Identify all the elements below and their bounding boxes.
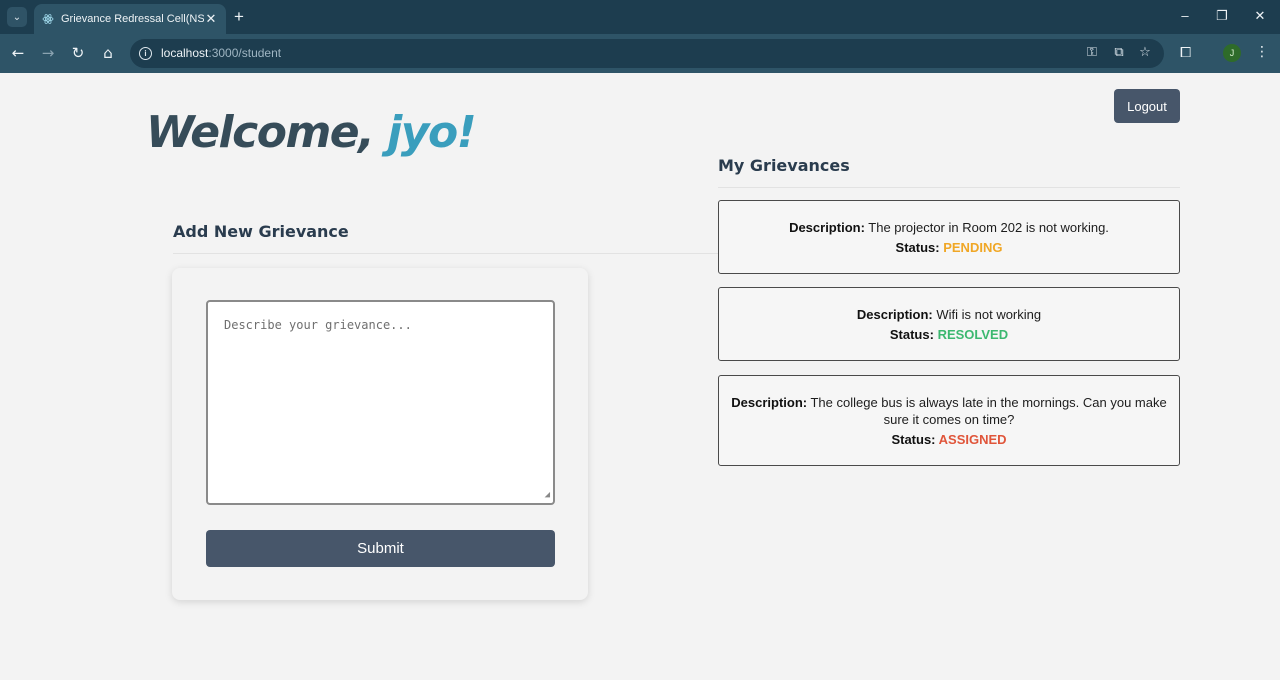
tab-title: Grievance Redressal Cell(NSS): [61, 13, 204, 25]
page-content: Welcome, jyo! Logout Add New Grievance D…: [0, 73, 1280, 680]
grievance-status: Status: PENDING: [731, 240, 1167, 255]
browser-tab-bar: ⌄ Grievance Redressal Cell(NSS) ✕ + – ❐ …: [0, 0, 1280, 34]
url-host: localhost: [161, 46, 209, 60]
tab-list-icon[interactable]: ⌄: [7, 7, 27, 27]
description-label: Description:: [789, 220, 865, 235]
add-grievance-card: Describe your grievance... ◢ Submit: [172, 268, 588, 600]
description-label: Description:: [856, 307, 933, 322]
extensions-icon[interactable]: ⧠: [1180, 45, 1191, 61]
reload-icon[interactable]: ↻: [69, 45, 87, 61]
close-icon[interactable]: ✕: [204, 12, 218, 27]
browser-tab[interactable]: Grievance Redressal Cell(NSS) ✕: [34, 4, 226, 34]
status-label: Status:: [895, 240, 940, 255]
status-badge: RESOLVED: [937, 327, 1009, 342]
divider: [718, 187, 1180, 188]
kebab-menu-icon[interactable]: ⋮: [1255, 44, 1269, 60]
grievance-status: Status: ASSIGNED: [731, 432, 1167, 447]
grievance-card: Description: The projector in Room 202 i…: [718, 200, 1180, 274]
grievance-description: Description: The college bus is always l…: [731, 394, 1167, 428]
add-grievance-heading: Add New Grievance: [173, 222, 349, 241]
submit-button[interactable]: Submit: [206, 530, 555, 567]
react-favicon-icon: [42, 13, 54, 25]
info-icon[interactable]: i: [139, 47, 152, 60]
page-title: Welcome, jyo!: [146, 107, 477, 158]
resize-handle-icon[interactable]: ◢: [545, 491, 550, 500]
star-icon[interactable]: ☆: [1137, 46, 1153, 60]
home-icon[interactable]: ⌂: [99, 45, 117, 61]
avatar[interactable]: J: [1223, 44, 1241, 62]
grievance-description: Description: Wifi is not working: [731, 306, 1167, 323]
description-text: The projector in Room 202 is not working…: [868, 220, 1109, 235]
key-icon[interactable]: ⚿: [1084, 46, 1100, 60]
my-grievances-heading: My Grievances: [718, 156, 850, 175]
plus-icon[interactable]: +: [234, 8, 244, 26]
address-bar[interactable]: i localhost:3000/student ⚿ ⧉ ☆: [130, 39, 1164, 68]
description-label: Description:: [731, 395, 808, 410]
browser-toolbar: ← → ↻ ⌂ i localhost:3000/student ⚿ ⧉ ☆ ⧠…: [0, 34, 1280, 73]
logout-button[interactable]: Logout: [1114, 89, 1180, 123]
grievance-textarea[interactable]: Describe your grievance... ◢: [206, 300, 555, 505]
user-name: jyo!: [387, 107, 477, 158]
grievance-card: Description: The college bus is always l…: [718, 375, 1180, 466]
status-badge: ASSIGNED: [938, 432, 1007, 447]
restore-icon[interactable]: ❐: [1215, 8, 1229, 24]
grievance-status: Status: RESOLVED: [731, 327, 1167, 342]
back-icon[interactable]: ←: [9, 45, 27, 61]
divider: [173, 253, 718, 254]
minimize-icon[interactable]: –: [1178, 8, 1192, 23]
window-close-icon[interactable]: ✕: [1253, 8, 1267, 24]
grievance-card: Description: Wifi is not working Status:…: [718, 287, 1180, 361]
install-icon[interactable]: ⧉: [1111, 46, 1127, 60]
url-text[interactable]: localhost:3000/student: [161, 46, 281, 60]
welcome-text: Welcome,: [146, 107, 388, 158]
textarea-placeholder: Describe your grievance...: [224, 318, 412, 332]
description-text: Wifi is not working: [936, 307, 1042, 322]
status-label: Status:: [889, 327, 934, 342]
status-badge: PENDING: [943, 240, 1003, 255]
status-label: Status:: [891, 432, 936, 447]
forward-icon[interactable]: →: [39, 45, 57, 61]
description-text: The college bus is always late in the mo…: [810, 395, 1167, 427]
grievance-description: Description: The projector in Room 202 i…: [731, 219, 1167, 236]
url-path: :3000/student: [208, 46, 282, 60]
